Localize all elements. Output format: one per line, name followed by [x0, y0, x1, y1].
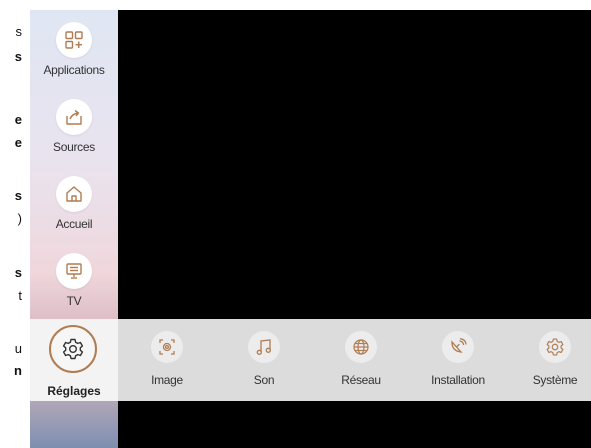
doc-fragment: ) — [17, 211, 22, 226]
settings-gear-icon — [49, 325, 97, 373]
sources-icon — [56, 99, 92, 135]
doc-fragment: s — [14, 265, 22, 280]
apps-icon — [56, 22, 92, 58]
sidebar-item-tv[interactable]: TV — [30, 253, 118, 308]
tv-screen: Applications Sources Accueil TV Réglages… — [30, 10, 591, 448]
settings-item-image[interactable]: Image — [127, 331, 207, 387]
sidebar-item-label: TV — [66, 294, 82, 308]
settings-item-reseau[interactable]: Réseau — [321, 331, 401, 387]
doc-fragment: s — [15, 24, 23, 39]
settings-item-label: Réseau — [341, 373, 381, 387]
satellite-icon — [442, 331, 474, 363]
sidebar-item-accueil[interactable]: Accueil — [30, 176, 118, 231]
settings-item-label: Image — [151, 373, 183, 387]
settings-item-label: Son — [253, 373, 275, 387]
doc-fragment: s — [14, 188, 22, 203]
globe-icon — [345, 331, 377, 363]
document-margin-text: s s e e s ) s t u n — [0, 0, 30, 448]
settings-item-son[interactable]: Son — [224, 331, 304, 387]
settings-item-label: Installation — [431, 373, 485, 387]
doc-fragment: t — [18, 288, 22, 303]
settings-main-tile[interactable]: Réglages — [30, 319, 118, 401]
sidebar-item-label: Sources — [53, 140, 95, 154]
doc-fragment: u — [14, 341, 22, 356]
sidebar-item-applications[interactable]: Applications — [30, 22, 118, 77]
sidebar-item-label: Accueil — [55, 217, 93, 231]
doc-fragment: n — [14, 363, 22, 378]
gear-icon — [539, 331, 571, 363]
doc-fragment: e — [14, 112, 22, 127]
settings-item-label: Système — [532, 373, 578, 387]
image-icon — [151, 331, 183, 363]
music-note-icon — [248, 331, 280, 363]
settings-bar: Réglages Image Son Réseau Installation S… — [30, 319, 591, 401]
tv-icon — [56, 253, 92, 289]
doc-fragment: s — [14, 49, 22, 64]
doc-fragment: e — [14, 135, 22, 150]
settings-item-systeme[interactable]: Système — [515, 331, 591, 387]
home-icon — [56, 176, 92, 212]
settings-main-label: Réglages — [47, 384, 101, 398]
settings-item-installation[interactable]: Installation — [418, 331, 498, 387]
sidebar-item-label: Applications — [43, 63, 105, 77]
sidebar-item-sources[interactable]: Sources — [30, 99, 118, 154]
